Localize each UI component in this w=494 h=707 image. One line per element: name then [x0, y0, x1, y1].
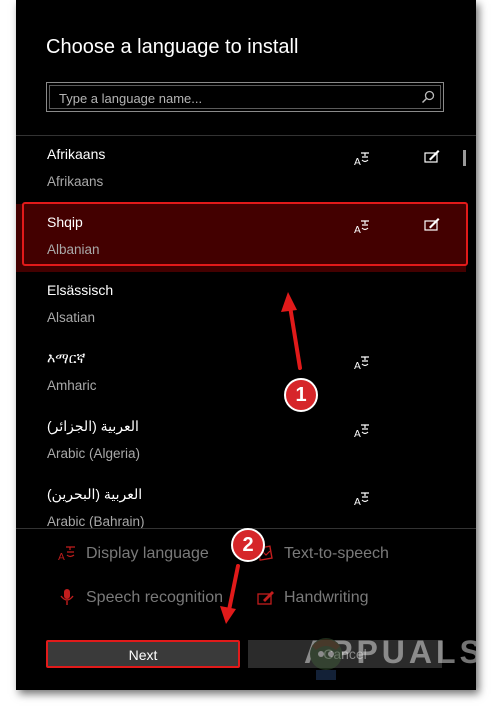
- language-item-amharic[interactable]: እማርኛ Amharic A: [16, 340, 466, 408]
- svg-text:A: A: [58, 552, 65, 562]
- language-native-name: እማርኛ: [47, 350, 86, 366]
- language-native-name: العربية (الجزائر): [47, 418, 139, 434]
- text-to-speech-icon: A: [354, 424, 369, 438]
- handwriting-icon: [424, 218, 440, 231]
- step-2-badge: 2: [231, 528, 265, 562]
- display-language-icon: A: [58, 546, 75, 562]
- search-box[interactable]: [46, 82, 444, 112]
- feature-speech-recognition: Speech recognition: [86, 589, 223, 606]
- svg-text:A: A: [354, 157, 361, 166]
- language-list[interactable]: Afrikaans Afrikaans A Shqip Albanian A E…: [16, 136, 476, 528]
- list-scrollbar-thumb[interactable]: [463, 150, 466, 166]
- language-native-name: العربية (البحرين): [47, 486, 143, 502]
- language-english-name: Afrikaans: [47, 174, 104, 189]
- language-native-name: Elsässisch: [47, 282, 114, 298]
- language-item-albanian[interactable]: Shqip Albanian A: [16, 204, 466, 272]
- language-item-arabic-bahrain[interactable]: العربية (البحرين) Arabic (Bahrain) A: [16, 476, 466, 528]
- choose-language-dialog: Choose a language to install Afrikaans A…: [16, 0, 476, 690]
- handwriting-icon: [424, 150, 440, 163]
- step-1-badge: 1: [284, 378, 318, 412]
- svg-text:A: A: [354, 225, 361, 234]
- language-english-name: Arabic (Bahrain): [47, 514, 145, 528]
- language-item-alsatian[interactable]: Elsässisch Alsatian: [16, 272, 466, 340]
- feature-handwriting: Handwriting: [284, 589, 369, 606]
- svg-text:A: A: [354, 429, 361, 438]
- language-native-name: Afrikaans: [47, 146, 106, 162]
- language-item-arabic-algeria[interactable]: العربية (الجزائر) Arabic (Algeria) A: [16, 408, 466, 476]
- dialog-title: Choose a language to install: [46, 36, 299, 58]
- microphone-icon: [60, 589, 74, 605]
- language-item-afrikaans[interactable]: Afrikaans Afrikaans A: [16, 136, 466, 204]
- search-input[interactable]: [57, 88, 401, 108]
- svg-text:A: A: [354, 361, 361, 370]
- search-icon[interactable]: [421, 90, 435, 104]
- svg-text:A: A: [354, 497, 361, 506]
- next-button[interactable]: Next: [46, 640, 240, 668]
- text-to-speech-icon: A: [354, 152, 369, 166]
- language-native-name: Shqip: [47, 214, 83, 230]
- text-to-speech-icon: A: [354, 492, 369, 506]
- watermark: APPUALS: [264, 620, 476, 680]
- handwriting-feature-icon: [257, 591, 274, 605]
- text-to-speech-icon: A: [354, 220, 369, 234]
- language-english-name: Albanian: [47, 242, 100, 257]
- feature-display-language: Display language: [86, 545, 209, 562]
- language-english-name: Amharic: [47, 378, 97, 393]
- watermark-logo-icon: [310, 638, 342, 680]
- language-english-name: Arabic (Algeria): [47, 446, 141, 461]
- text-to-speech-icon: A: [354, 356, 369, 370]
- language-english-name: Alsatian: [47, 310, 96, 325]
- feature-text-to-speech: Text-to-speech: [284, 545, 389, 562]
